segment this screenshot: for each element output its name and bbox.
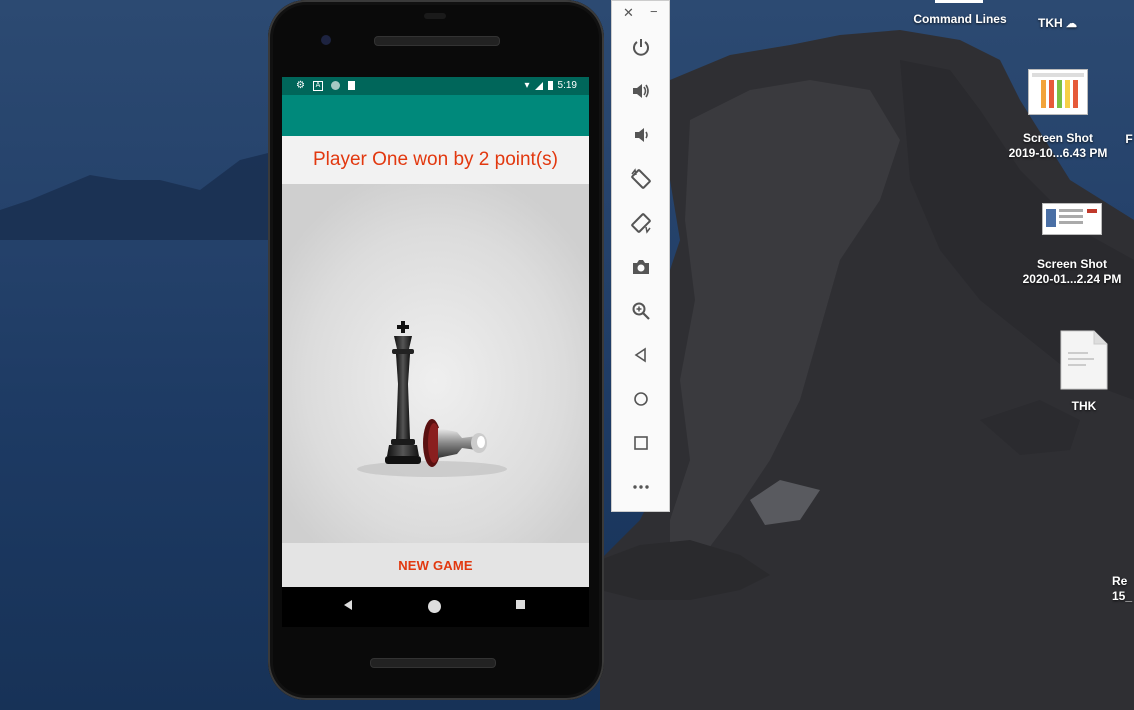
font-icon: A: [312, 80, 323, 91]
icloud-icon: ☁: [1066, 18, 1078, 30]
signal-icon: [534, 81, 543, 90]
front-camera-icon: [321, 35, 331, 45]
chess-pieces-illustration: [282, 184, 589, 543]
document-icon[interactable]: [1060, 330, 1108, 390]
sd-card-icon: [347, 81, 355, 90]
screenshot-1-line2: 2019-10...6.43 PM: [1008, 146, 1108, 160]
phone-screen[interactable]: ⚙ A ▾ 5:19 Player One won by 2 point(s): [282, 77, 589, 627]
chess-image: [282, 184, 589, 543]
wifi-icon: ▾: [524, 80, 530, 91]
battery-icon: [547, 81, 553, 90]
screenshot-2-line2: 2020-01...2.24 PM: [1022, 272, 1122, 286]
phone-speaker-top: [374, 36, 500, 46]
tkh-text: TKH: [1038, 16, 1063, 30]
desktop-wallpaper-hills: [0, 150, 300, 240]
overview-icon[interactable]: [628, 430, 654, 456]
result-text: Player One won by 2 point(s): [312, 149, 558, 170]
more-icon[interactable]: [628, 474, 654, 500]
app-bar: [282, 95, 589, 136]
screenshot-2-preview: [1046, 209, 1097, 227]
screenshot-1-line1: Screen Shot: [1022, 131, 1094, 145]
result-banner: Player One won by 2 point(s): [282, 136, 589, 184]
desktop-edge-label-2[interactable]: Re 15_: [1112, 574, 1134, 604]
rotate-right-icon[interactable]: [628, 210, 654, 236]
tkh-label[interactable]: TKH ☁: [1038, 16, 1098, 32]
emulator-toolbar: ✕ −: [611, 0, 670, 512]
screenshot-1-preview: [1032, 73, 1084, 108]
settings-icon: ⚙: [296, 80, 305, 91]
nav-home-icon[interactable]: [428, 600, 441, 613]
phone-earpiece: [424, 13, 446, 19]
android-nav-bar: [282, 587, 589, 627]
nav-back-icon[interactable]: [344, 600, 352, 610]
phone-speaker-bottom: [370, 658, 496, 668]
volume-down-icon[interactable]: [628, 122, 654, 148]
edge-label-2-line1: Re: [1112, 574, 1128, 588]
volume-up-icon[interactable]: [628, 78, 654, 104]
new-game-button[interactable]: NEW GAME: [398, 558, 473, 573]
nav-recents-icon[interactable]: [516, 600, 525, 609]
power-icon[interactable]: [628, 34, 654, 60]
rotate-left-icon[interactable]: [628, 166, 654, 192]
status-time: 5:19: [557, 80, 577, 91]
new-game-bar: NEW GAME: [282, 543, 589, 587]
screenshot-2-thumbnail[interactable]: [1042, 203, 1102, 235]
back-icon[interactable]: [628, 342, 654, 368]
camera-icon[interactable]: [628, 254, 654, 280]
desktop-top-line: [935, 0, 983, 3]
desktop-edge-label-1[interactable]: F: [1124, 132, 1134, 147]
circle-icon: [330, 81, 340, 90]
screenshot-2-label[interactable]: Screen Shot 2020-01...2.24 PM: [1012, 257, 1132, 287]
screenshot-2-line1: Screen Shot: [1036, 257, 1108, 271]
close-icon[interactable]: ✕: [623, 5, 634, 21]
minimize-icon[interactable]: −: [650, 4, 658, 19]
home-icon[interactable]: [628, 386, 654, 412]
status-bar: ⚙ A ▾ 5:19: [282, 77, 589, 95]
command-lines-label[interactable]: Command Lines: [905, 12, 1015, 27]
zoom-icon[interactable]: [628, 298, 654, 324]
thk-label[interactable]: THK: [1060, 399, 1108, 414]
screenshot-1-label[interactable]: Screen Shot 2019-10...6.43 PM: [998, 131, 1118, 161]
screenshot-1-thumbnail[interactable]: [1028, 69, 1088, 115]
edge-label-2-line2: 15_: [1112, 589, 1133, 603]
